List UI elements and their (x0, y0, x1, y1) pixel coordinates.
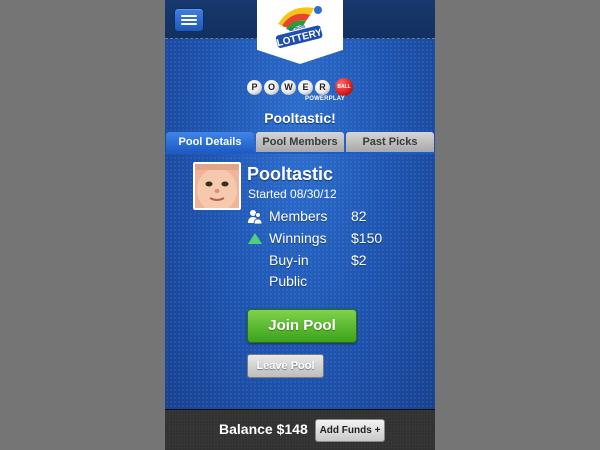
tab-past-picks[interactable]: Past Picks (346, 132, 434, 152)
tab-pool-details[interactable]: Pool Details (166, 132, 254, 152)
powerball-letter-ball: E (298, 80, 313, 95)
trend-up-triangle-icon (248, 233, 262, 244)
buy-in-label: Buy-in (269, 252, 309, 268)
powerball-logo: P O W E R BALL POWERPLAY (247, 78, 355, 106)
powerball-letter-ball: R (315, 80, 330, 95)
pool-start-date: Started 08/30/12 (248, 187, 337, 201)
page-title: Pooltastic! (264, 110, 336, 126)
powerplay-label: POWERPLAY (305, 96, 345, 102)
powerball-letter-ball: W (281, 80, 296, 95)
avatar (193, 162, 241, 210)
tab-pool-members[interactable]: Pool Members (256, 132, 344, 152)
powerball-red-ball: BALL (335, 78, 353, 96)
pool-name: Pooltastic (247, 164, 334, 184)
powerball-letter-ball: O (264, 80, 279, 95)
members-value: 82 (351, 208, 367, 224)
tab-underline (165, 152, 435, 154)
illinois-lottery-logo[interactable]: LOTTERY ILLINOIS (257, 0, 343, 64)
buy-in-value: $2 (351, 252, 367, 268)
winnings-value: $150 (351, 230, 383, 246)
lottery-logo-icon: LOTTERY ILLINOIS (276, 6, 324, 49)
winnings-label: Winnings (269, 230, 327, 246)
app-screen: LOTTERY ILLINOIS P O W E R BALL POWERPLA… (165, 0, 435, 450)
balance-text: Balance $148 (219, 421, 308, 437)
powerball-letter-ball: P (247, 80, 262, 95)
bottom-bar: Balance $148 Add Funds + (165, 409, 435, 450)
hamburger-menu-icon (181, 15, 197, 17)
baby-photo-avatar (195, 164, 239, 208)
add-funds-button[interactable]: Add Funds + (315, 419, 385, 442)
members-label: Members (269, 208, 328, 224)
members-icon (248, 210, 263, 225)
menu-button[interactable] (174, 8, 204, 32)
tab-bar: Pool Details Pool Members Past Picks (166, 132, 434, 152)
leave-pool-button[interactable]: Leave Pool (247, 354, 324, 378)
visibility-label: Public (269, 273, 308, 289)
join-pool-button[interactable]: Join Pool (247, 309, 357, 343)
